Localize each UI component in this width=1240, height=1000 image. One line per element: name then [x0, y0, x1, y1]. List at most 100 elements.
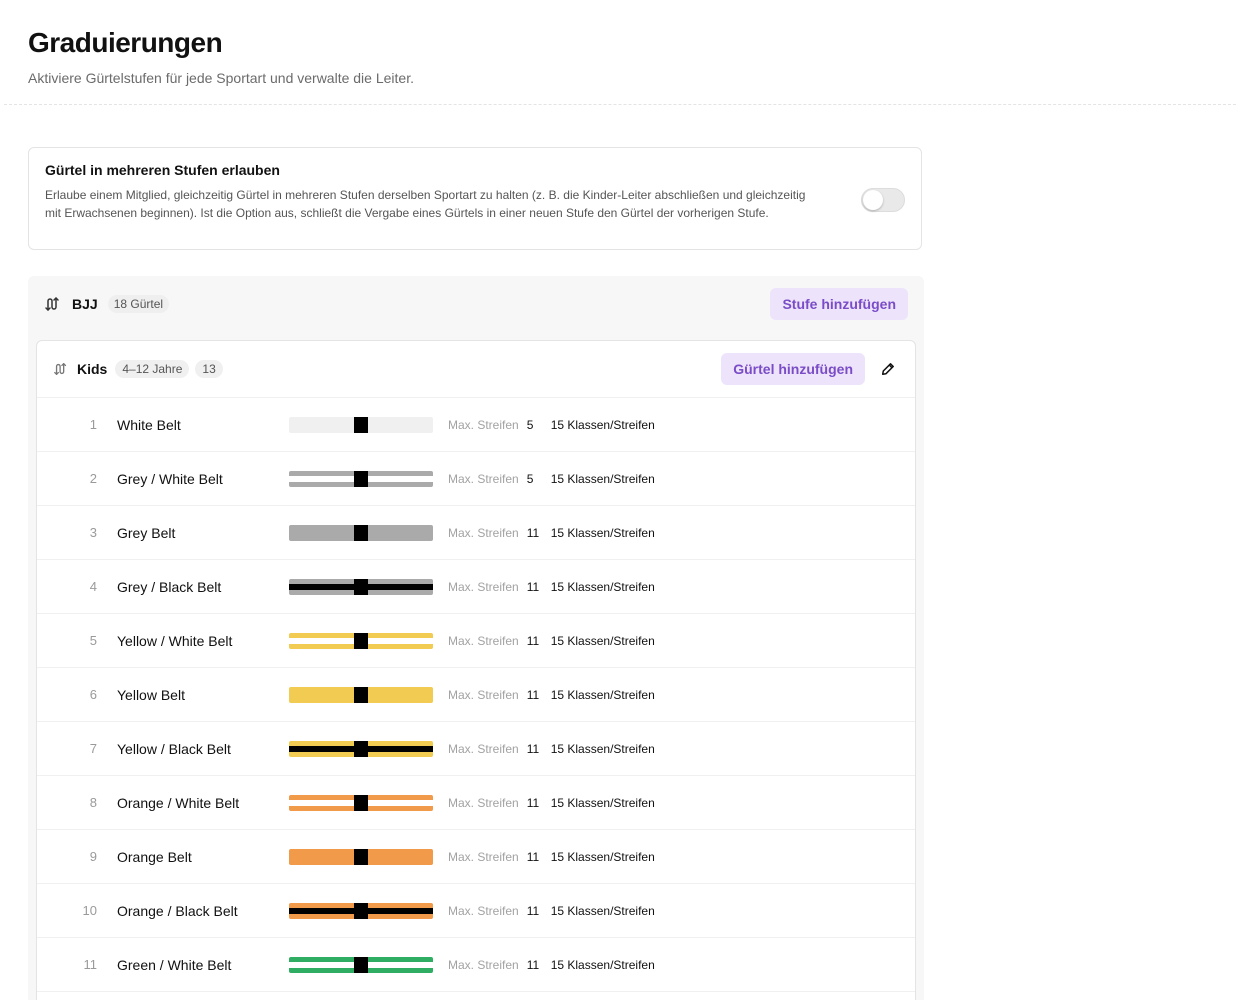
max-stripes-label: Max. Streifen	[448, 633, 519, 648]
belt-row[interactable]: 10 Orange / Black Belt Max. Streifen 11 15 K…	[37, 884, 915, 938]
max-stripes-label: Max. Streifen	[448, 957, 519, 972]
classes-per-stripe: 15 Klassen/Streifen	[550, 687, 655, 702]
belt-name: Orange Belt	[117, 848, 192, 865]
max-stripes-value: 11	[526, 795, 540, 810]
max-stripes-label: Max. Streifen	[448, 741, 519, 756]
belt-swatch	[289, 848, 433, 865]
level-header: Kids 4–12 Jahre 13 Gürtel hinzufügen	[37, 341, 915, 398]
max-stripes-value: 11	[526, 633, 540, 648]
belt-name: Yellow Belt	[117, 686, 185, 703]
belt-number: 9	[89, 849, 97, 864]
belt-row[interactable]: 7 Yellow / Black Belt Max. Streifen 11 15 Kl…	[37, 722, 915, 776]
classes-per-stripe: 15 Klassen/Streifen	[550, 471, 655, 486]
classes-per-stripe: 15 Klassen/Streifen	[550, 957, 655, 972]
sport-header: BJJ 18 Gürtel Stufe hinzufügen	[28, 276, 924, 332]
page-header: Graduierungen Aktiviere Gürtelstufen für…	[0, 0, 1240, 86]
classes-per-stripe: 15 Klassen/Streifen	[550, 903, 655, 918]
belt-row[interactable]: Max. Streifen	[37, 992, 915, 1000]
belt-number: 3	[89, 525, 97, 540]
belt-knot	[354, 902, 368, 919]
page-subtitle: Aktiviere Gürtelstufen für jede Sportart…	[28, 70, 414, 86]
belt-swatch	[289, 632, 433, 649]
belt-row[interactable]: 4 Grey / Black Belt Max. Streifen 11 15 Klas…	[37, 560, 915, 614]
page-title: Graduierungen	[28, 27, 223, 58]
sport-name: BJJ	[72, 296, 98, 312]
classes-per-stripe: 15 Klassen/Streifen	[550, 849, 655, 864]
belt-swatch	[289, 956, 433, 973]
belt-name: Yellow / Black Belt	[117, 740, 231, 757]
max-stripes-label: Max. Streifen	[448, 903, 519, 918]
classes-per-stripe: 15 Klassen/Streifen	[550, 741, 655, 756]
option-title: Gürtel in mehreren Stufen erlauben	[45, 162, 280, 178]
max-stripes-label: Max. Streifen	[448, 471, 519, 486]
belt-knot	[354, 416, 368, 433]
belt-name: Grey / White Belt	[117, 470, 223, 487]
belt-row[interactable]: 9 Orange Belt Max. Streifen 11 15 Klassen/St…	[37, 830, 915, 884]
belt-knot	[354, 956, 368, 973]
ladder-icon	[53, 361, 69, 377]
belt-knot	[354, 578, 368, 595]
level-name: Kids	[77, 361, 108, 377]
belt-knot	[354, 848, 368, 865]
toggle-knob	[863, 190, 883, 210]
classes-per-stripe: 15 Klassen/Streifen	[550, 417, 655, 432]
max-stripes-label: Max. Streifen	[448, 795, 519, 810]
belt-name: Orange / Black Belt	[117, 902, 238, 919]
classes-per-stripe: 15 Klassen/Streifen	[550, 795, 655, 810]
belt-number: 8	[89, 795, 97, 810]
belt-row[interactable]: 1 White Belt Max. Streifen 5 15 Klassen/Stre…	[37, 398, 915, 452]
belt-swatch	[289, 524, 433, 541]
belt-list: 1 White Belt Max. Streifen 5 15 Klassen/Stre…	[37, 398, 915, 1000]
add-level-button[interactable]: Stufe hinzufügen	[770, 288, 908, 320]
belt-count-badge: 18 Gürtel	[107, 295, 170, 313]
belt-knot	[354, 470, 368, 487]
belt-knot	[354, 794, 368, 811]
belt-swatch	[289, 416, 433, 433]
belt-number: 10	[82, 903, 97, 918]
max-stripes-value: 11	[526, 525, 540, 540]
belt-row[interactable]: 11 Green / White Belt Max. Streifen 11 15 Kl…	[37, 938, 915, 992]
max-stripes-value: 5	[526, 471, 534, 486]
belt-number: 7	[89, 741, 97, 756]
age-range-badge: 4–12 Jahre	[115, 360, 190, 378]
belt-number: 6	[89, 687, 97, 702]
belt-row[interactable]: 6 Yellow Belt Max. Streifen 11 15 Klassen/St…	[37, 668, 915, 722]
max-stripes-label: Max. Streifen	[448, 525, 519, 540]
header-divider	[4, 104, 1236, 105]
max-stripes-label: Max. Streifen	[448, 687, 519, 702]
belt-swatch	[289, 686, 433, 703]
multi-level-option-card: Gürtel in mehreren Stufen erlauben Erlau…	[28, 147, 922, 250]
sport-panel-bjj: BJJ 18 Gürtel Stufe hinzufügen Kids 4–12…	[28, 276, 924, 1000]
belt-swatch	[289, 740, 433, 757]
belt-name: Yellow / White Belt	[117, 632, 233, 649]
max-stripes-label: Max. Streifen	[448, 849, 519, 864]
belt-name: Grey Belt	[117, 524, 176, 541]
belt-row[interactable]: 3 Grey Belt Max. Streifen 11 15 Klassen/Stre…	[37, 506, 915, 560]
belt-name: Orange / White Belt	[117, 794, 240, 811]
max-stripes-label: Max. Streifen	[448, 579, 519, 594]
belt-knot	[354, 632, 368, 649]
level-card-kids: Kids 4–12 Jahre 13 Gürtel hinzufügen 1 Wh…	[36, 340, 916, 1000]
belt-row[interactable]: 5 Yellow / White Belt Max. Streifen 11 15 Kl…	[37, 614, 915, 668]
add-belt-button[interactable]: Gürtel hinzufügen	[721, 353, 865, 385]
classes-per-stripe: 15 Klassen/Streifen	[550, 579, 655, 594]
max-stripes-value: 11	[526, 579, 540, 594]
edit-level-button[interactable]	[877, 358, 899, 380]
multi-level-toggle[interactable]	[861, 188, 905, 212]
pencil-icon	[881, 363, 894, 376]
max-stripes-value: 11	[526, 741, 540, 756]
option-description: Erlaube einem Mitglied, gleichzeitig Gür…	[45, 188, 806, 220]
belt-swatch	[289, 902, 433, 919]
belt-number: 4	[89, 579, 97, 594]
belt-swatch	[289, 470, 433, 487]
belt-number: 5	[89, 633, 97, 648]
belt-row[interactable]: 8 Orange / White Belt Max. Streifen 11 15 Kl…	[37, 776, 915, 830]
belt-name: Grey / Black Belt	[117, 578, 222, 595]
belt-number: 1	[89, 417, 97, 432]
belt-number: 11	[83, 957, 98, 972]
max-stripes-value: 5	[526, 417, 534, 432]
belt-swatch	[289, 794, 433, 811]
belt-swatch	[289, 578, 433, 595]
max-stripes-value: 11	[526, 849, 540, 864]
belt-row[interactable]: 2 Grey / White Belt Max. Streifen 5 15 Klass…	[37, 452, 915, 506]
